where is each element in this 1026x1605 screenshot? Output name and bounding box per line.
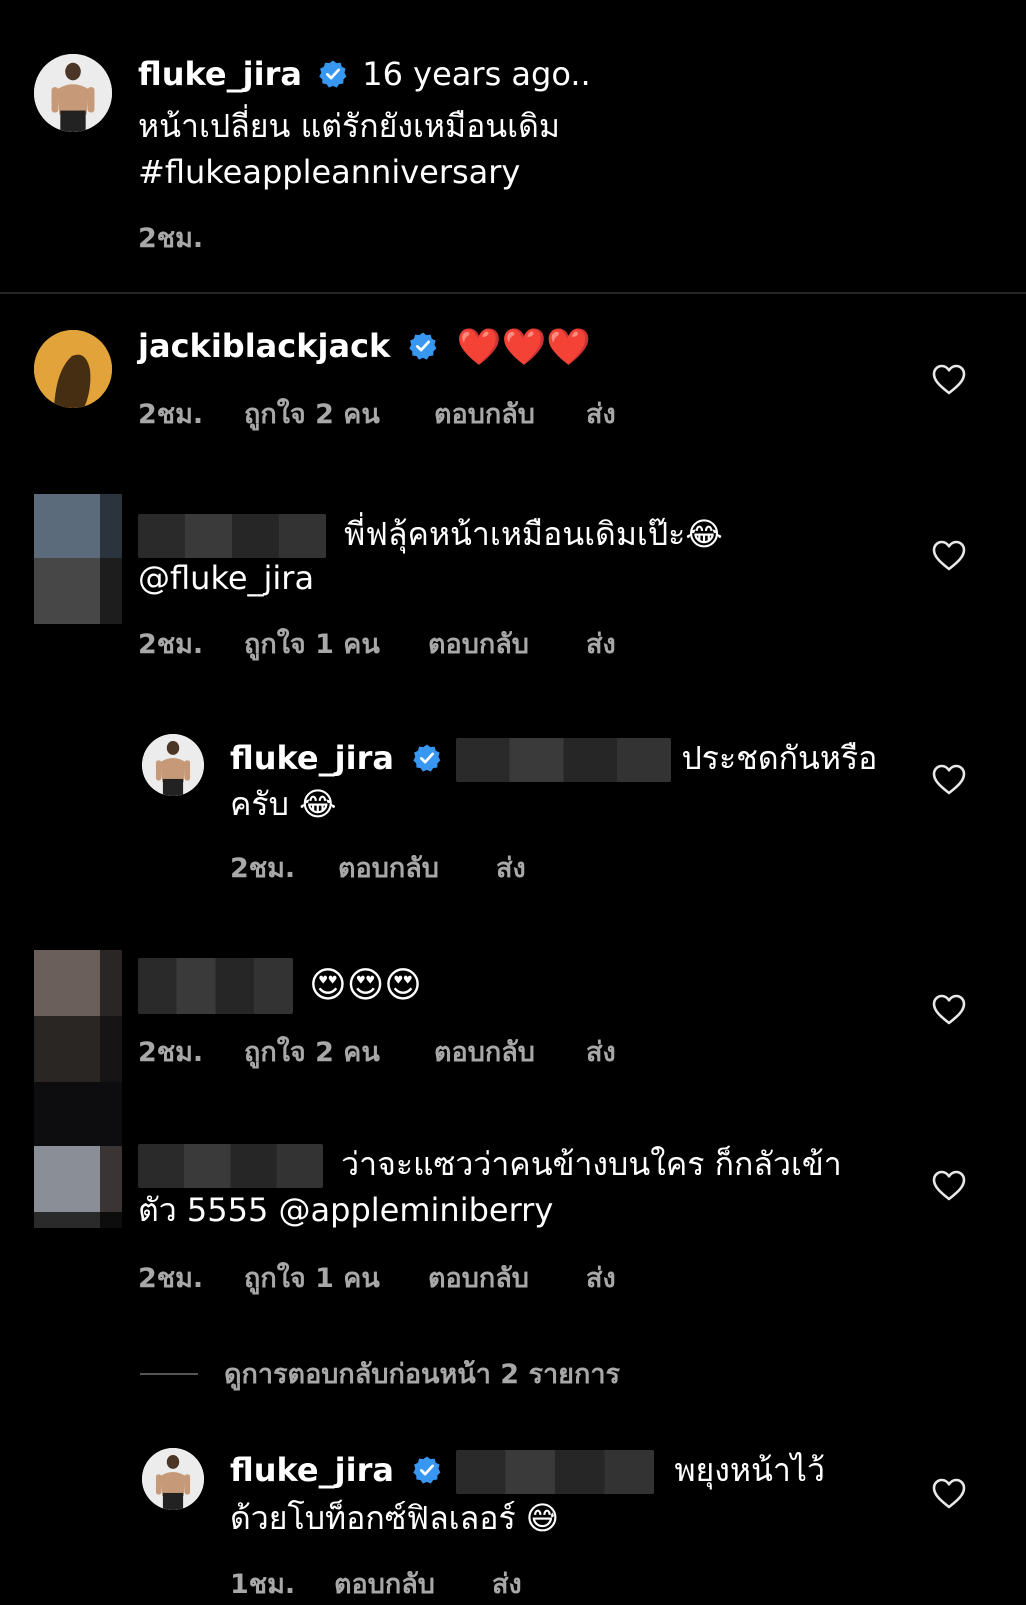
reply-button[interactable]: ตอบกลับ <box>434 392 586 435</box>
comment-meta: 2ชม. ถูกใจ 1 คน ตอบกลับ ส่ง <box>138 1256 616 1299</box>
likes-count[interactable]: ถูกใจ 2 คน <box>244 392 434 435</box>
comment-time: 2ชม. <box>138 629 204 660</box>
avatar[interactable] <box>34 330 112 408</box>
comment-meta: 2ชม. ถูกใจ 2 คน ตอบกลับ ส่ง <box>138 1030 616 1073</box>
avatar[interactable] <box>34 950 122 1148</box>
send-button[interactable]: ส่ง <box>586 622 616 665</box>
comment-body-cont: ครับ 😂 <box>230 785 337 823</box>
view-previous-replies[interactable]: ดูการตอบกลับก่อนหน้า 2 รายการ <box>140 1352 620 1395</box>
caption-title: 16 years ago.. <box>362 55 591 93</box>
comment-body-cont: ตัว 5555 @appleminiberry <box>138 1191 554 1229</box>
reply-button[interactable]: ตอบกลับ <box>334 1562 492 1605</box>
reply-button[interactable]: ตอบกลับ <box>338 846 496 889</box>
divider <box>0 292 1026 294</box>
avatar-image <box>142 1448 204 1510</box>
reply-button[interactable]: ตอบกลับ <box>434 1030 586 1073</box>
divider-line <box>140 1372 198 1375</box>
comment-body: ว่าจะแซวว่าคนข้างบนใคร ก็กลัวเข้า <box>341 1145 842 1183</box>
comment-meta: 2ชม. ถูกใจ 2 คน ตอบกลับ ส่ง <box>138 392 616 435</box>
heart-outline-icon[interactable] <box>932 364 966 396</box>
comment-text: พี่ฟลุ้คหน้าเหมือนเดิมเป๊ะ😂 <box>138 510 723 558</box>
blurred-mention <box>456 738 672 782</box>
heart-outline-icon[interactable] <box>932 1170 966 1202</box>
blurred-username <box>138 1144 323 1188</box>
avatar-image <box>34 330 112 408</box>
avatar[interactable] <box>142 734 204 796</box>
comment-time: 2ชม. <box>230 853 296 884</box>
avatar[interactable] <box>34 54 112 132</box>
likes-count[interactable]: ถูกใจ 1 คน <box>244 1256 428 1299</box>
comment-meta: 1ชม. ตอบกลับ ส่ง <box>230 1562 522 1605</box>
send-button[interactable]: ส่ง <box>496 846 526 889</box>
comment-body: 😍😍😍 <box>309 965 422 1006</box>
heart-outline-icon[interactable] <box>932 764 966 796</box>
send-button[interactable]: ส่ง <box>492 1562 522 1605</box>
comment-username[interactable]: fluke_jira <box>230 1451 394 1489</box>
avatar-image <box>34 54 112 132</box>
comment-body: ❤️❤️❤️ <box>456 327 592 368</box>
caption-meta: 2ชม. <box>138 216 203 259</box>
view-previous-label: ดูการตอบกลับก่อนหน้า 2 รายการ <box>224 1359 620 1390</box>
blurred-username <box>138 514 326 558</box>
avatar[interactable] <box>34 1146 122 1228</box>
reply-button[interactable]: ตอบกลับ <box>428 1256 586 1299</box>
caption-line1: fluke_jira 16 years ago.. <box>138 50 591 98</box>
comment-text: fluke_jira พยุงหน้าไว้ <box>230 1446 825 1494</box>
likes-count[interactable]: ถูกใจ 1 คน <box>244 622 428 665</box>
avatar[interactable] <box>142 1448 204 1510</box>
comment-text: ว่าจะแซวว่าคนข้างบนใคร ก็กลัวเข้า <box>138 1140 842 1188</box>
comment-text: 😍😍😍 <box>138 958 422 1014</box>
caption-text: หน้าเปลี่ยน แต่รักยังเหมือนเดิม <box>138 107 560 145</box>
comment-username[interactable]: fluke_jira <box>230 739 394 777</box>
verified-badge-icon <box>318 59 348 89</box>
comment-meta: 2ชม. ตอบกลับ ส่ง <box>230 846 526 889</box>
avatar-image <box>142 734 204 796</box>
avatar[interactable] <box>34 494 122 624</box>
heart-outline-icon[interactable] <box>932 1478 966 1510</box>
heart-outline-icon[interactable] <box>932 540 966 572</box>
blurred-username <box>138 958 293 1014</box>
verified-badge-icon <box>412 743 442 773</box>
verified-badge-icon <box>408 331 438 361</box>
comment-body: ประชดกันหรือ <box>681 739 878 777</box>
comment-time: 2ชม. <box>138 399 204 430</box>
heart-outline-icon[interactable] <box>932 994 966 1026</box>
comment-username[interactable]: jackiblackjack <box>138 327 390 365</box>
caption-hashtag[interactable]: #flukeappleanniversary <box>138 148 520 196</box>
comment-text: jackiblackjack ❤️❤️❤️ <box>138 322 591 372</box>
comment-time: 2ชม. <box>138 1037 204 1068</box>
caption-time: 2ชม. <box>138 223 204 254</box>
send-button[interactable]: ส่ง <box>586 1030 616 1073</box>
send-button[interactable]: ส่ง <box>586 1256 616 1299</box>
comment-body: พี่ฟลุ้คหน้าเหมือนเดิมเป๊ะ😂 <box>344 515 723 553</box>
comment-meta: 2ชม. ถูกใจ 1 คน ตอบกลับ ส่ง <box>138 622 616 665</box>
comment-time: 2ชม. <box>138 1263 204 1294</box>
verified-badge-icon <box>412 1455 442 1485</box>
caption-username[interactable]: fluke_jira <box>138 55 302 93</box>
blurred-mention <box>456 1450 655 1494</box>
comment-body-cont: ด้วยโบท็อกซ์ฟิลเลอร์ 😅 <box>230 1499 560 1537</box>
likes-count[interactable]: ถูกใจ 2 คน <box>244 1030 434 1073</box>
send-button[interactable]: ส่ง <box>586 392 616 435</box>
comment-body: พยุงหน้าไว้ <box>674 1451 825 1489</box>
comment-time: 1ชม. <box>230 1569 296 1600</box>
reply-button[interactable]: ตอบกลับ <box>428 622 586 665</box>
comment-text: fluke_jira ประชดกันหรือ <box>230 734 877 782</box>
comment-mention[interactable]: @fluke_jira <box>138 554 314 602</box>
